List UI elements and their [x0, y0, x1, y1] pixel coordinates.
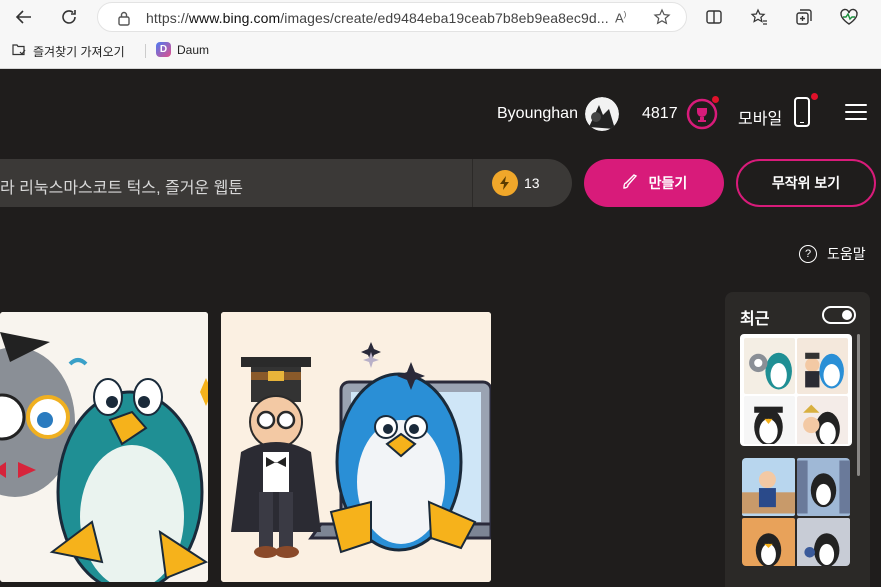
surprise-label: 무작위 보기	[771, 175, 841, 191]
hamburger-menu-icon[interactable]	[845, 104, 867, 122]
split-screen-icon[interactable]	[700, 3, 728, 31]
help-label: 도움말	[827, 246, 866, 262]
browser-toolbar: https://www.bing.com/images/create/ed948…	[0, 0, 881, 34]
user-name[interactable]: Byounghan	[497, 105, 578, 123]
boost-count: 13	[524, 175, 540, 191]
phone-icon[interactable]	[794, 93, 818, 127]
browser-chrome: https://www.bing.com/images/create/ed948…	[0, 0, 881, 69]
boost-icon	[492, 170, 518, 196]
create-label: 만들기	[648, 175, 688, 191]
bookmark-daum[interactable]: D Daum	[156, 42, 209, 57]
phone-home-indicator	[800, 121, 804, 123]
url-path: /images/create/ed9484eba19ceab7b8eb9ea8e…	[280, 10, 609, 26]
notification-dot	[712, 96, 719, 103]
generated-image-2[interactable]	[221, 312, 491, 582]
url-text: https://www.bing.com/images/create/ed948…	[146, 10, 609, 26]
refresh-icon[interactable]	[55, 3, 83, 31]
recent-label: 최근	[740, 311, 770, 328]
recent-thumb	[797, 396, 848, 444]
bookmark-label: Daum	[177, 42, 210, 57]
import-favorites-icon	[11, 42, 27, 60]
rewards-trophy-icon[interactable]	[686, 96, 719, 130]
recent-thumb	[797, 338, 848, 394]
prompt-search-box[interactable]: 라 리눅스마스코트 턱스, 즐거운 웹툰 13	[0, 159, 572, 207]
url-domain: www.bing.com	[188, 10, 281, 26]
create-button[interactable]: 만들기	[584, 159, 724, 207]
prompt-input[interactable]: 라 리눅스마스코트 턱스, 즐거운 웹툰	[0, 174, 243, 198]
bing-image-creator-page: Byounghan 4817 모바일 라 리눅스마스코트 턱스, 즐거운 웹툰 …	[0, 69, 881, 587]
bookmark-label: 즐겨찾기 가져오기	[33, 44, 125, 59]
recent-thumb	[797, 458, 850, 516]
address-bar[interactable]: https://www.bing.com/images/create/ed948…	[97, 2, 687, 32]
recent-panel: 최근	[725, 292, 870, 587]
back-icon[interactable]	[10, 3, 38, 31]
recent-toggle[interactable]	[822, 306, 856, 324]
favorite-star-icon[interactable]	[653, 8, 671, 31]
notification-dot	[811, 93, 818, 100]
recent-thumb	[744, 338, 795, 394]
recent-scrollbar[interactable]	[857, 334, 860, 476]
recent-set-2[interactable]	[742, 458, 850, 566]
bookmark-import-favorites[interactable]: 즐겨찾기 가져오기	[11, 42, 125, 60]
recent-thumb	[797, 518, 850, 566]
read-aloud-icon[interactable]: A)	[615, 10, 626, 25]
help-link[interactable]: ? 도움말	[799, 244, 866, 264]
daum-logo-icon: D	[156, 42, 171, 57]
rewards-points[interactable]: 4817	[642, 105, 678, 123]
bookmark-divider	[145, 44, 146, 58]
search-divider	[472, 159, 473, 207]
generated-image-1[interactable]	[0, 312, 208, 582]
bookmarks-bar: 즐겨찾기 가져오기 D Daum	[0, 36, 881, 66]
mobile-label[interactable]: 모바일	[738, 105, 782, 129]
url-prefix: https://	[146, 10, 189, 26]
browser-health-icon[interactable]	[835, 3, 863, 31]
recent-thumb	[744, 396, 795, 444]
favorites-icon[interactable]	[745, 3, 773, 31]
lock-icon[interactable]	[117, 10, 131, 31]
collections-icon[interactable]	[790, 3, 818, 31]
recent-set-selected[interactable]	[740, 334, 852, 446]
avatar[interactable]	[585, 97, 619, 131]
recent-thumb	[742, 518, 795, 566]
help-question-icon: ?	[799, 245, 817, 263]
surprise-me-button[interactable]: 무작위 보기	[736, 159, 876, 207]
recent-thumb	[742, 458, 795, 516]
brush-icon	[621, 173, 639, 194]
